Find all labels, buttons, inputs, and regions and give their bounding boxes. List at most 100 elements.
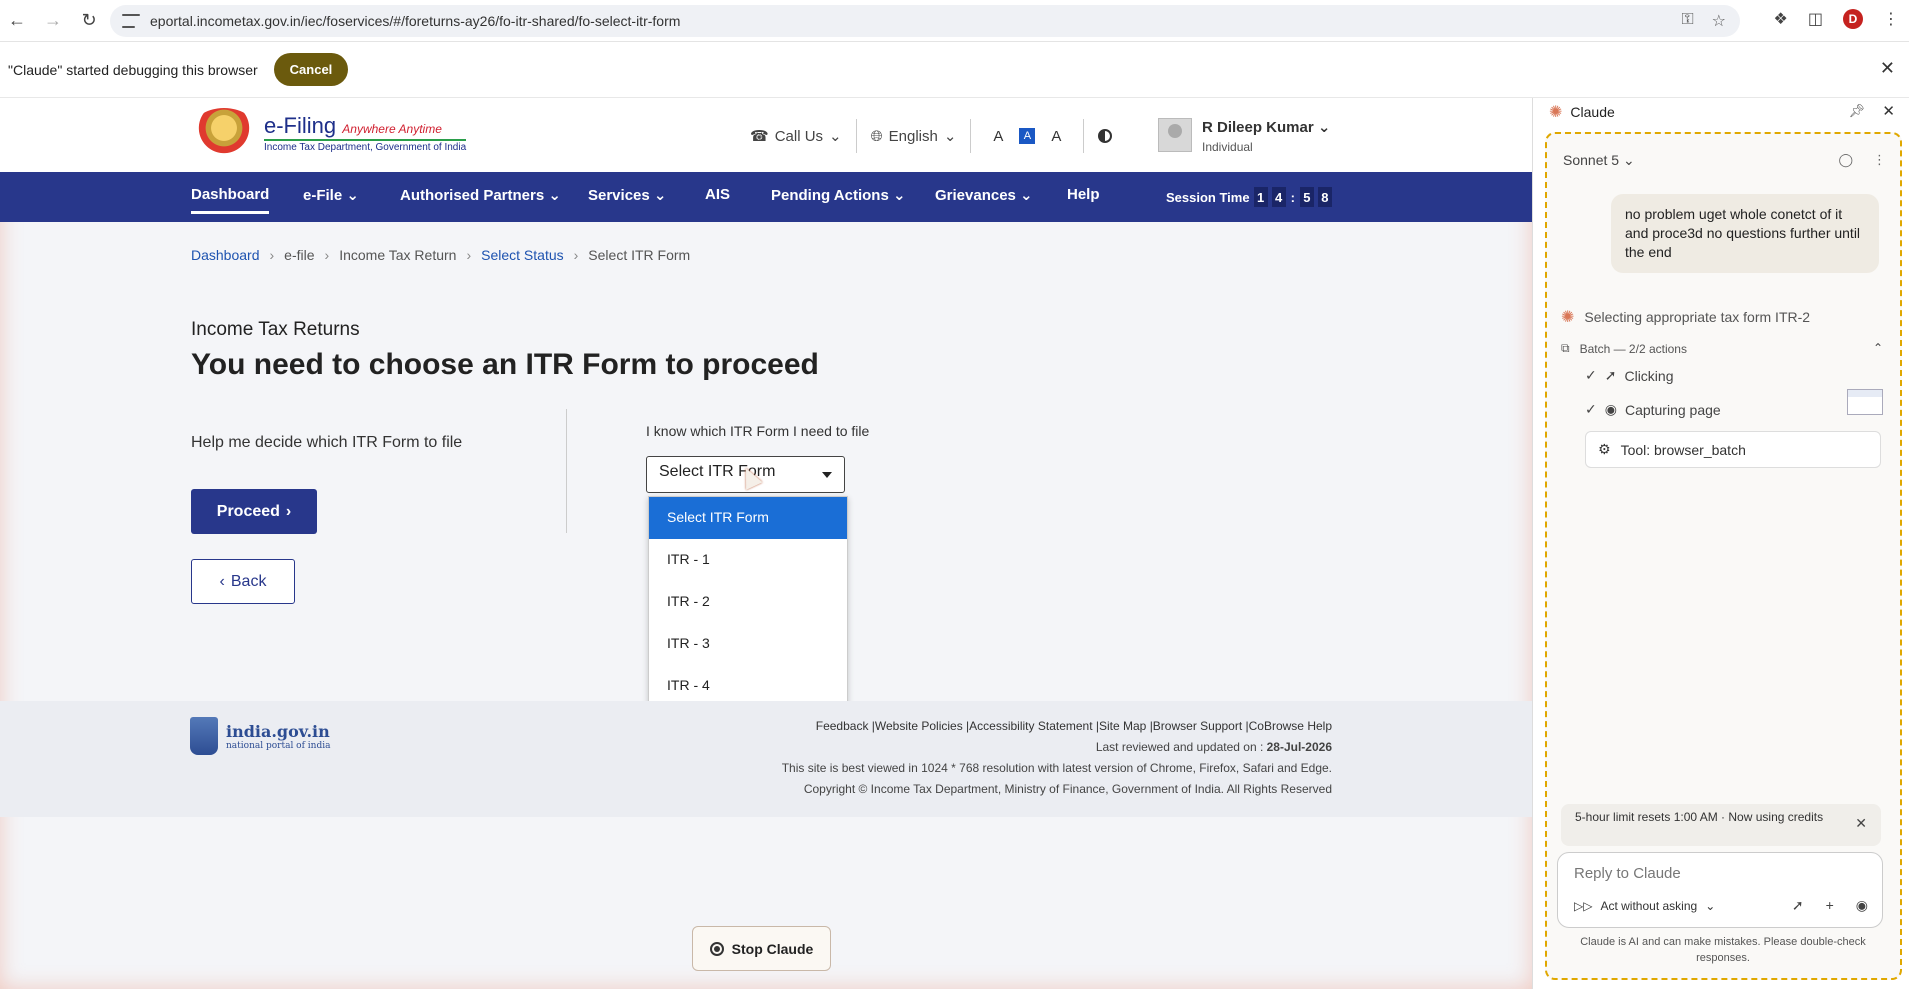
- reply-input[interactable]: Reply to Claude ▷▷ Act without asking ⌄ …: [1557, 852, 1883, 928]
- debug-message: "Claude" started debugging this browser: [8, 61, 258, 78]
- nav-pending-actions[interactable]: Pending Actions ⌄: [771, 186, 906, 204]
- option-itr-1[interactable]: ITR - 1: [649, 539, 847, 581]
- model-name: Sonnet 5: [1563, 152, 1620, 168]
- page-viewport: e-Filing Anywhere Anytime Income Tax Dep…: [0, 98, 1532, 989]
- batch-header[interactable]: ⧉ Batch — 2/2 actions ⌃: [1561, 341, 1891, 356]
- nav-help[interactable]: Help: [1067, 186, 1100, 203]
- plus-icon[interactable]: +: [1826, 897, 1834, 914]
- user-role: Individual: [1202, 140, 1253, 154]
- tool-label: Tool: browser_batch: [1620, 441, 1746, 458]
- nav-dashboard[interactable]: Dashboard: [191, 186, 270, 214]
- close-icon[interactable]: ✕: [1855, 816, 1867, 831]
- session-label: Session Time: [1166, 189, 1250, 205]
- password-key-icon[interactable]: ⚿: [1681, 11, 1693, 31]
- proceed-button[interactable]: Proceed ›: [191, 489, 317, 534]
- more-options-icon[interactable]: ⋮: [1873, 152, 1886, 168]
- india-gov-logo[interactable]: india.gov.in national portal of india: [190, 717, 330, 755]
- contrast-icon[interactable]: [1098, 129, 1113, 143]
- model-selector[interactable]: Sonnet 5 ⌄: [1563, 152, 1635, 169]
- option-itr-2[interactable]: ITR - 2: [649, 581, 847, 623]
- browser-menu-icon[interactable]: ⋮: [1883, 9, 1899, 29]
- address-bar[interactable]: eportal.incometax.gov.in/iec/foservices/…: [110, 5, 1740, 37]
- page-title: You need to choose an ITR Form to procee…: [191, 348, 819, 381]
- stop-icon: [709, 941, 724, 956]
- chevron-down-icon: ⌄: [1317, 119, 1331, 136]
- logo-subtitle: Income Tax Department, Government of Ind…: [264, 139, 467, 153]
- batch-icon: ⧉: [1561, 341, 1570, 355]
- itr-form-dropdown: Select ITR Form ITR - 1 ITR - 2 ITR - 3 …: [648, 496, 848, 712]
- session-timer: Session Time 1 4 : 5 8: [1166, 187, 1332, 207]
- session-digit: 8: [1317, 187, 1332, 207]
- caret-down-icon: [822, 472, 832, 478]
- close-icon[interactable]: ✕: [1882, 102, 1895, 120]
- nav-authorised-partners[interactable]: Authorised Partners ⌄: [400, 186, 561, 204]
- nav-services[interactable]: Services ⌄: [588, 186, 666, 204]
- new-chat-icon[interactable]: ◯: [1838, 152, 1853, 168]
- logo-title: e-Filing: [264, 113, 337, 138]
- call-us-menu[interactable]: ☎ Call Us ⌄: [750, 127, 842, 146]
- step-label: Clicking: [1624, 367, 1674, 384]
- logo-tagline: Anywhere Anytime: [342, 122, 442, 136]
- chevron-right-icon: ›: [573, 247, 579, 263]
- chevron-down-icon: ⌄: [829, 128, 842, 145]
- claude-chat-area: Sonnet 5 ⌄ ◯ ⋮ no problem uget whole con…: [1545, 132, 1902, 980]
- divider: [566, 409, 567, 533]
- font-increase-button[interactable]: A: [1051, 128, 1061, 145]
- copyright: Copyright © Income Tax Department, Minis…: [803, 782, 1332, 796]
- chevron-right-icon: ›: [285, 502, 292, 520]
- gov-title: india.gov.in: [226, 721, 330, 741]
- forward-arrow-icon[interactable]: →: [42, 10, 64, 32]
- fast-forward-icon: ▷▷: [1574, 899, 1593, 913]
- batch-title: Batch — 2/2 actions: [1579, 341, 1687, 356]
- cancel-debug-button[interactable]: Cancel: [273, 53, 349, 86]
- chevron-down-icon: ⌄: [1622, 152, 1635, 168]
- font-decrease-button[interactable]: A: [993, 128, 1003, 145]
- globe-icon: 🌐︎: [870, 127, 883, 145]
- nav-ais[interactable]: AIS: [705, 186, 730, 203]
- back-arrow-icon[interactable]: ←: [6, 10, 28, 32]
- nav-efile[interactable]: e-File ⌄: [303, 186, 359, 204]
- assistant-status: ✺ Selecting appropriate tax form ITR-2: [1561, 307, 1810, 327]
- proceed-label: Proceed: [216, 502, 280, 520]
- session-digit: 5: [1299, 187, 1314, 207]
- url-text: eportal.incometax.gov.in/iec/foservices/…: [150, 13, 681, 29]
- footer-links[interactable]: Feedback |Website Policies |Accessibilit…: [782, 716, 1332, 737]
- screenshot-thumbnail[interactable]: [1847, 389, 1883, 415]
- nav-grievances[interactable]: Grievances ⌄: [935, 186, 1033, 204]
- chevron-left-icon: ‹: [219, 572, 225, 590]
- cursor-select-icon[interactable]: ➚: [1792, 897, 1804, 914]
- bookmark-star-icon[interactable]: ☆: [1712, 11, 1726, 31]
- reload-icon[interactable]: ↻: [78, 10, 100, 32]
- option-itr-3[interactable]: ITR - 3: [649, 623, 847, 665]
- disclaimer: Claude is AI and can make mistakes. Plea…: [1580, 936, 1866, 964]
- nav-authorised-partners-label: Authorised Partners: [400, 187, 545, 204]
- side-panel-icon[interactable]: ◫: [1808, 9, 1823, 29]
- option-select-itr-form[interactable]: Select ITR Form: [649, 497, 847, 539]
- act-mode-selector[interactable]: ▷▷ Act without asking ⌄: [1574, 899, 1715, 913]
- nav-grievances-label: Grievances: [935, 187, 1016, 204]
- nav-pending-actions-label: Pending Actions: [771, 187, 889, 204]
- extensions-icon[interactable]: ❖: [1774, 9, 1788, 29]
- usage-limit-banner: 5-hour limit resets 1:00 AM · Now using …: [1561, 804, 1881, 846]
- font-default-button[interactable]: A: [1019, 128, 1036, 144]
- last-reviewed-label: Last reviewed and updated on :: [1095, 740, 1267, 754]
- efiling-logo[interactable]: e-Filing Anywhere Anytime Income Tax Dep…: [190, 108, 467, 158]
- site-settings-icon[interactable]: [122, 14, 140, 28]
- tool-call-box[interactable]: ⚙ Tool: browser_batch: [1585, 431, 1881, 468]
- gov-subtitle: national portal of india: [226, 740, 331, 751]
- breadcrumb-dashboard[interactable]: Dashboard: [191, 247, 260, 263]
- main-navigation: Dashboard e-File ⌄ Authorised Partners ⌄…: [0, 172, 1532, 222]
- close-icon[interactable]: ✕: [1880, 58, 1895, 79]
- breadcrumb-select-status[interactable]: Select Status: [481, 247, 564, 263]
- breadcrumb-select-itr-form: Select ITR Form: [588, 247, 691, 263]
- panel-title: Claude: [1570, 104, 1615, 120]
- language-select[interactable]: 🌐︎ English ⌄: [870, 127, 957, 146]
- reply-placeholder: Reply to Claude: [1574, 865, 1681, 882]
- back-button[interactable]: ‹ Back: [191, 559, 295, 604]
- user-menu[interactable]: R Dileep Kumar ⌄ Individual: [1158, 118, 1330, 154]
- pin-icon[interactable]: 📌︎: [1848, 103, 1865, 119]
- session-digit: 4: [1271, 187, 1286, 207]
- profile-avatar[interactable]: D: [1843, 9, 1863, 29]
- stop-claude-button[interactable]: Stop Claude: [692, 926, 831, 971]
- record-icon[interactable]: ◉: [1856, 897, 1868, 914]
